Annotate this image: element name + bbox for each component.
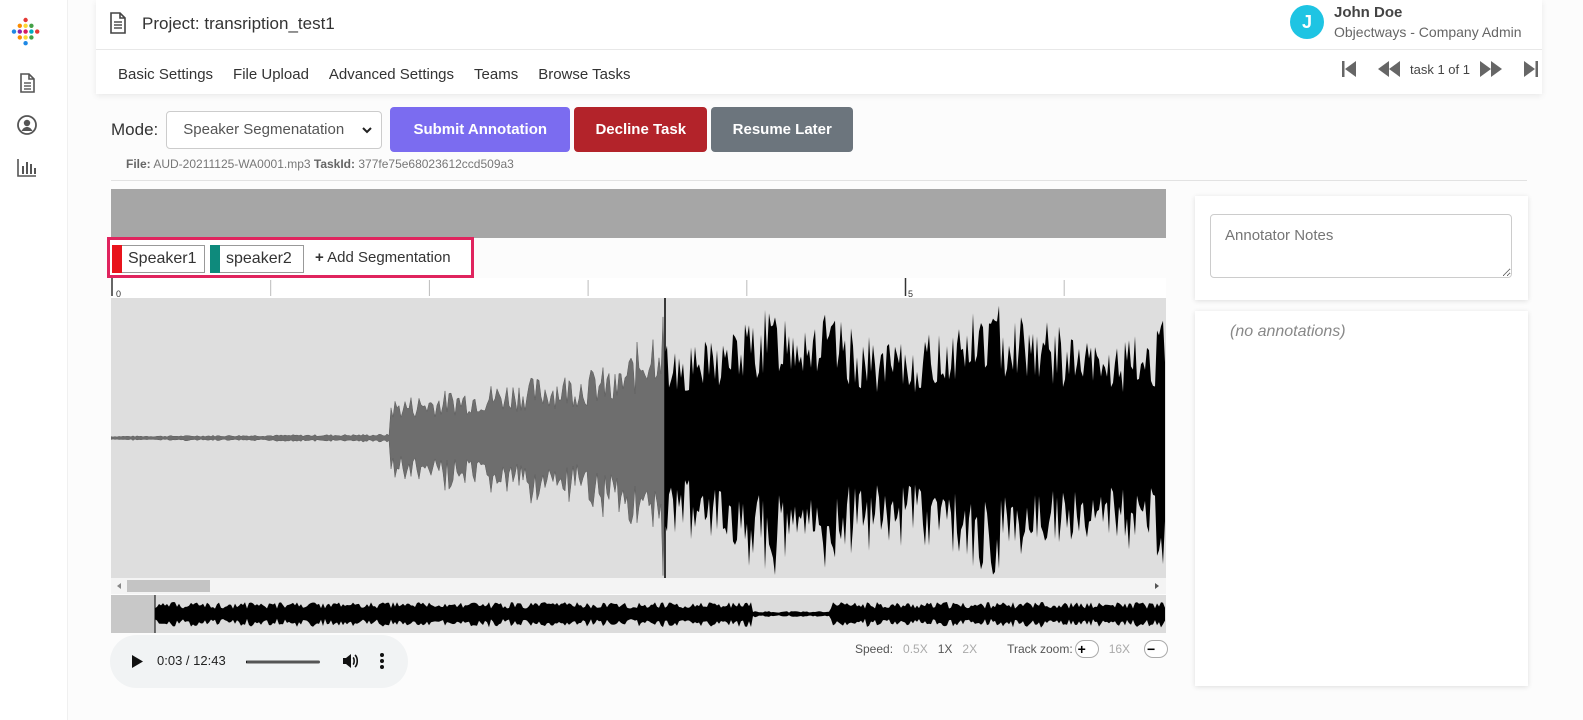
avatar[interactable]: J [1290, 5, 1324, 39]
seek-slider[interactable] [246, 659, 320, 665]
task-id-label: TaskId: [313, 157, 356, 171]
task-counter: task 1 of 1 [1410, 61, 1470, 77]
speed-2x[interactable]: 2X [962, 642, 977, 656]
mode-label: Mode: [111, 119, 159, 139]
play-icon[interactable] [130, 654, 144, 669]
speaker1-color-swatch [112, 245, 122, 273]
user-icon[interactable] [16, 114, 38, 136]
speed-0-5x[interactable]: 0.5X [903, 642, 928, 656]
minimap-waveform[interactable] [111, 595, 1166, 633]
segment-speaker2[interactable]: speaker2 [210, 245, 304, 273]
submit-annotation-button[interactable]: Submit Annotation [390, 107, 571, 152]
segment-region-track[interactable] [111, 189, 1166, 238]
scrollbar-thumb [127, 580, 210, 592]
last-task-icon[interactable] [1522, 58, 1540, 80]
waveform-scrollbar[interactable] [111, 578, 1166, 594]
user-name: John Doe [1334, 4, 1403, 21]
add-segmentation-button[interactable]: + Add Segmentation [315, 249, 451, 266]
more-options-icon[interactable] [378, 652, 386, 670]
left-sidebar [0, 0, 68, 720]
divider [111, 180, 1527, 181]
notes-card [1195, 196, 1528, 300]
chart-icon[interactable] [16, 156, 38, 178]
waveform[interactable] [111, 298, 1166, 578]
document-icon[interactable] [16, 72, 38, 94]
annotator-notes-input[interactable] [1210, 214, 1512, 278]
tick-label-0: 0 [116, 289, 121, 298]
scroll-left-arrow-icon [117, 583, 121, 589]
chevron-down-icon [362, 126, 372, 133]
timeline-ruler[interactable]: 0 5 [111, 278, 1166, 298]
nav-browse-tasks[interactable]: Browse Tasks [538, 66, 630, 83]
first-task-icon[interactable] [1340, 58, 1358, 80]
zoom-in-button[interactable]: + [1074, 640, 1099, 658]
zoom-out-button[interactable]: − [1144, 640, 1169, 658]
audio-player: 0:03 / 12:43 [110, 635, 408, 688]
segment-speaker1-label: Speaker1 [128, 250, 197, 267]
minimap-viewport [111, 595, 155, 633]
add-segmentation-label: Add Segmentation [327, 249, 451, 266]
title-bar: Project: transription_test1 J John Doe O… [96, 0, 1542, 50]
next-task-icon[interactable] [1478, 58, 1504, 80]
task-pager: task 1 of 1 [1340, 58, 1540, 80]
nav-file-upload[interactable]: File Upload [233, 66, 309, 83]
project-title: Project: transription_test1 [142, 14, 335, 33]
mode-select[interactable]: Speaker Segmenatation [166, 110, 383, 149]
plus-icon: + [315, 249, 324, 266]
volume-icon[interactable] [341, 652, 359, 670]
tick-label-5: 5 [908, 289, 913, 298]
speaker2-color-swatch [210, 245, 220, 273]
track-zoom-label: Track zoom: [1007, 642, 1073, 656]
nav-teams[interactable]: Teams [474, 66, 518, 83]
scroll-right-arrow-icon [1155, 583, 1159, 589]
segmentation-toolbar: Speaker1 speaker2 + Add Segmentation [107, 237, 474, 278]
app-logo[interactable] [10, 16, 41, 47]
mode-toolbar: Mode: Speaker Segmenatation Submit Annot… [111, 107, 857, 152]
file-name: AUD-20211125-WA0001.mp3 [153, 157, 311, 171]
task-id: 377fe75e68023612ccd509a3 [358, 157, 514, 171]
nav-basic-settings[interactable]: Basic Settings [118, 66, 213, 83]
no-annotations-text: (no annotations) [1230, 323, 1346, 340]
playback-controls: Speed: 0.5X 1X 2X Track zoom: + 16X − [855, 640, 1178, 658]
header-card: Project: transription_test1 J John Doe O… [96, 0, 1542, 94]
segment-speaker1[interactable]: Speaker1 [112, 245, 205, 273]
file-label: File: [126, 157, 151, 171]
resume-later-button[interactable]: Resume Later [711, 107, 854, 152]
project-nav: Basic Settings File Upload Advanced Sett… [118, 66, 630, 83]
speed-label: Speed: [855, 642, 894, 656]
zoom-in-icon: + [1077, 641, 1086, 657]
previous-task-icon[interactable] [1376, 58, 1402, 80]
playback-time: 0:03 / 12:43 [157, 653, 226, 668]
decline-task-button[interactable]: Decline Task [574, 107, 708, 152]
user-role: Objectways - Company Admin [1334, 24, 1522, 40]
speed-1x[interactable]: 1X [938, 642, 953, 656]
zoom-out-icon: − [1146, 641, 1156, 657]
annotations-panel: (no annotations) [1195, 311, 1528, 686]
segment-speaker2-label: speaker2 [226, 250, 292, 267]
nav-advanced-settings[interactable]: Advanced Settings [329, 66, 454, 83]
mode-select-value: Speaker Segmenatation [183, 121, 345, 138]
file-info: File: AUD-20211125-WA0001.mp3 TaskId: 37… [126, 157, 514, 171]
zoom-level: 16X [1108, 642, 1131, 656]
project-document-icon [110, 12, 126, 34]
